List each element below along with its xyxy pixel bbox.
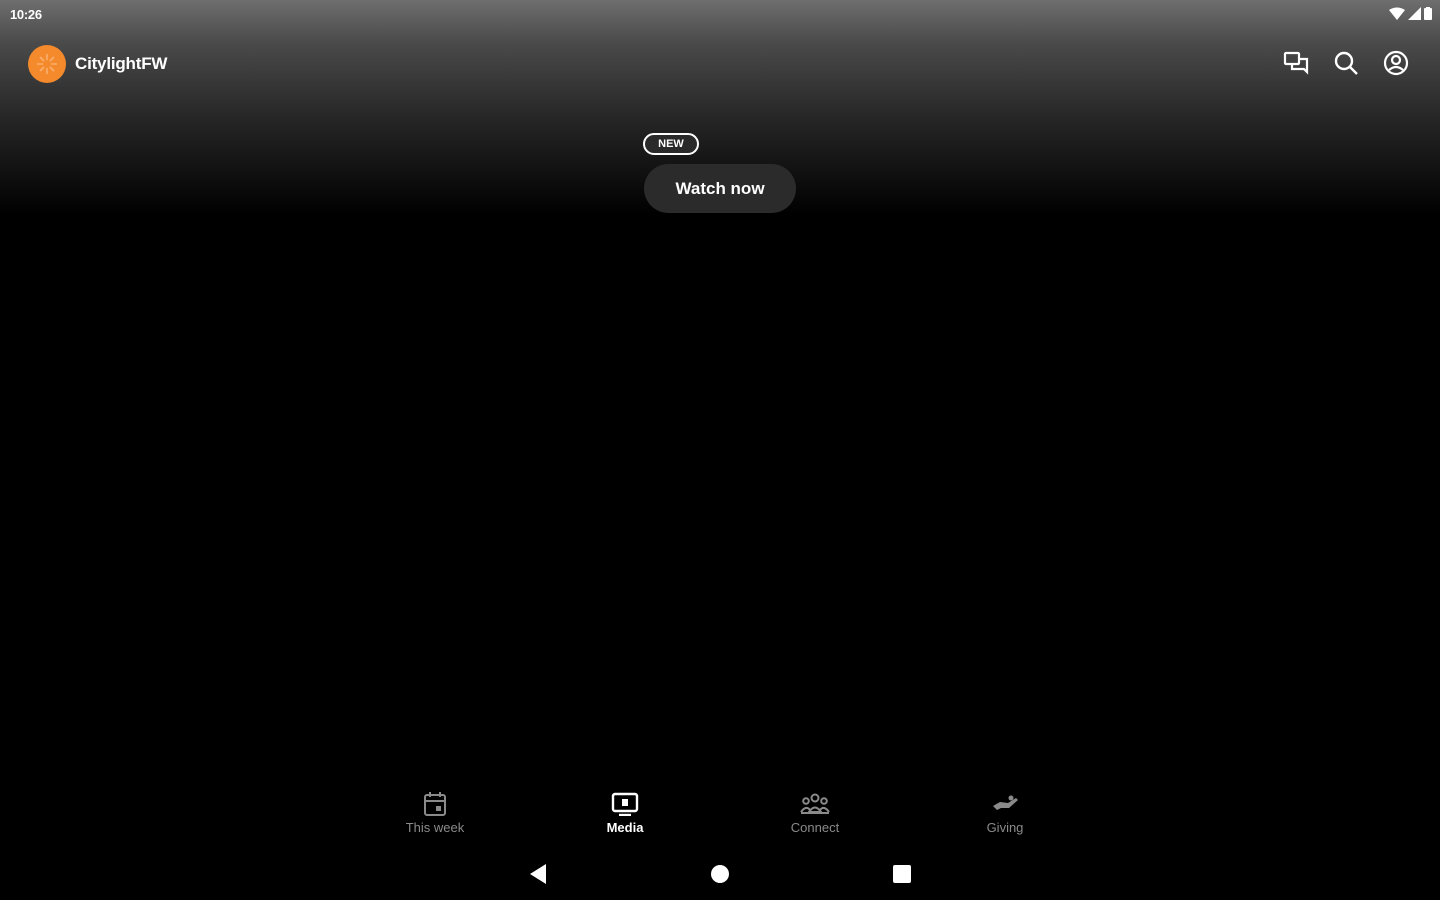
tab-giving[interactable]: Giving [910, 790, 1100, 842]
system-navigation-bar [0, 852, 1440, 896]
tab-label: Giving [986, 820, 1024, 835]
new-badge: NEW [643, 133, 699, 155]
status-time: 10:26 [10, 7, 42, 22]
header-actions [1282, 49, 1410, 77]
tab-label: This week [405, 820, 465, 835]
watch-now-button[interactable]: Watch now [644, 164, 796, 213]
account-icon[interactable] [1382, 49, 1410, 77]
brand[interactable]: CitylightFW [28, 45, 167, 83]
people-icon [800, 790, 830, 818]
search-icon[interactable] [1332, 49, 1360, 77]
back-icon[interactable] [524, 860, 552, 888]
tab-connect[interactable]: Connect [720, 790, 910, 842]
brand-logo [28, 45, 66, 83]
tab-label: Connect [790, 820, 840, 835]
status-icons [1389, 7, 1432, 25]
cell-signal-icon [1408, 7, 1421, 25]
tab-this-week[interactable]: This week [340, 790, 530, 842]
app-name: CitylightFW [75, 54, 168, 73]
battery-icon [1424, 7, 1432, 25]
bottom-tab-bar: This week Media Connect Giving [340, 790, 1100, 842]
home-icon[interactable] [706, 860, 734, 888]
giving-hand-icon [991, 790, 1019, 818]
tab-media[interactable]: Media [530, 790, 720, 842]
calendar-icon [423, 790, 447, 818]
media-icon [611, 790, 639, 818]
wifi-icon [1389, 7, 1405, 25]
chat-icon[interactable] [1282, 49, 1310, 77]
recents-icon[interactable] [888, 860, 916, 888]
status-bar: 10:26 [0, 0, 1440, 28]
app-header: CitylightFW [0, 40, 1440, 88]
app-screen: 10:26 CitylightFW NEW Watch now This wee… [0, 0, 1440, 900]
tab-label: Media [606, 820, 644, 835]
